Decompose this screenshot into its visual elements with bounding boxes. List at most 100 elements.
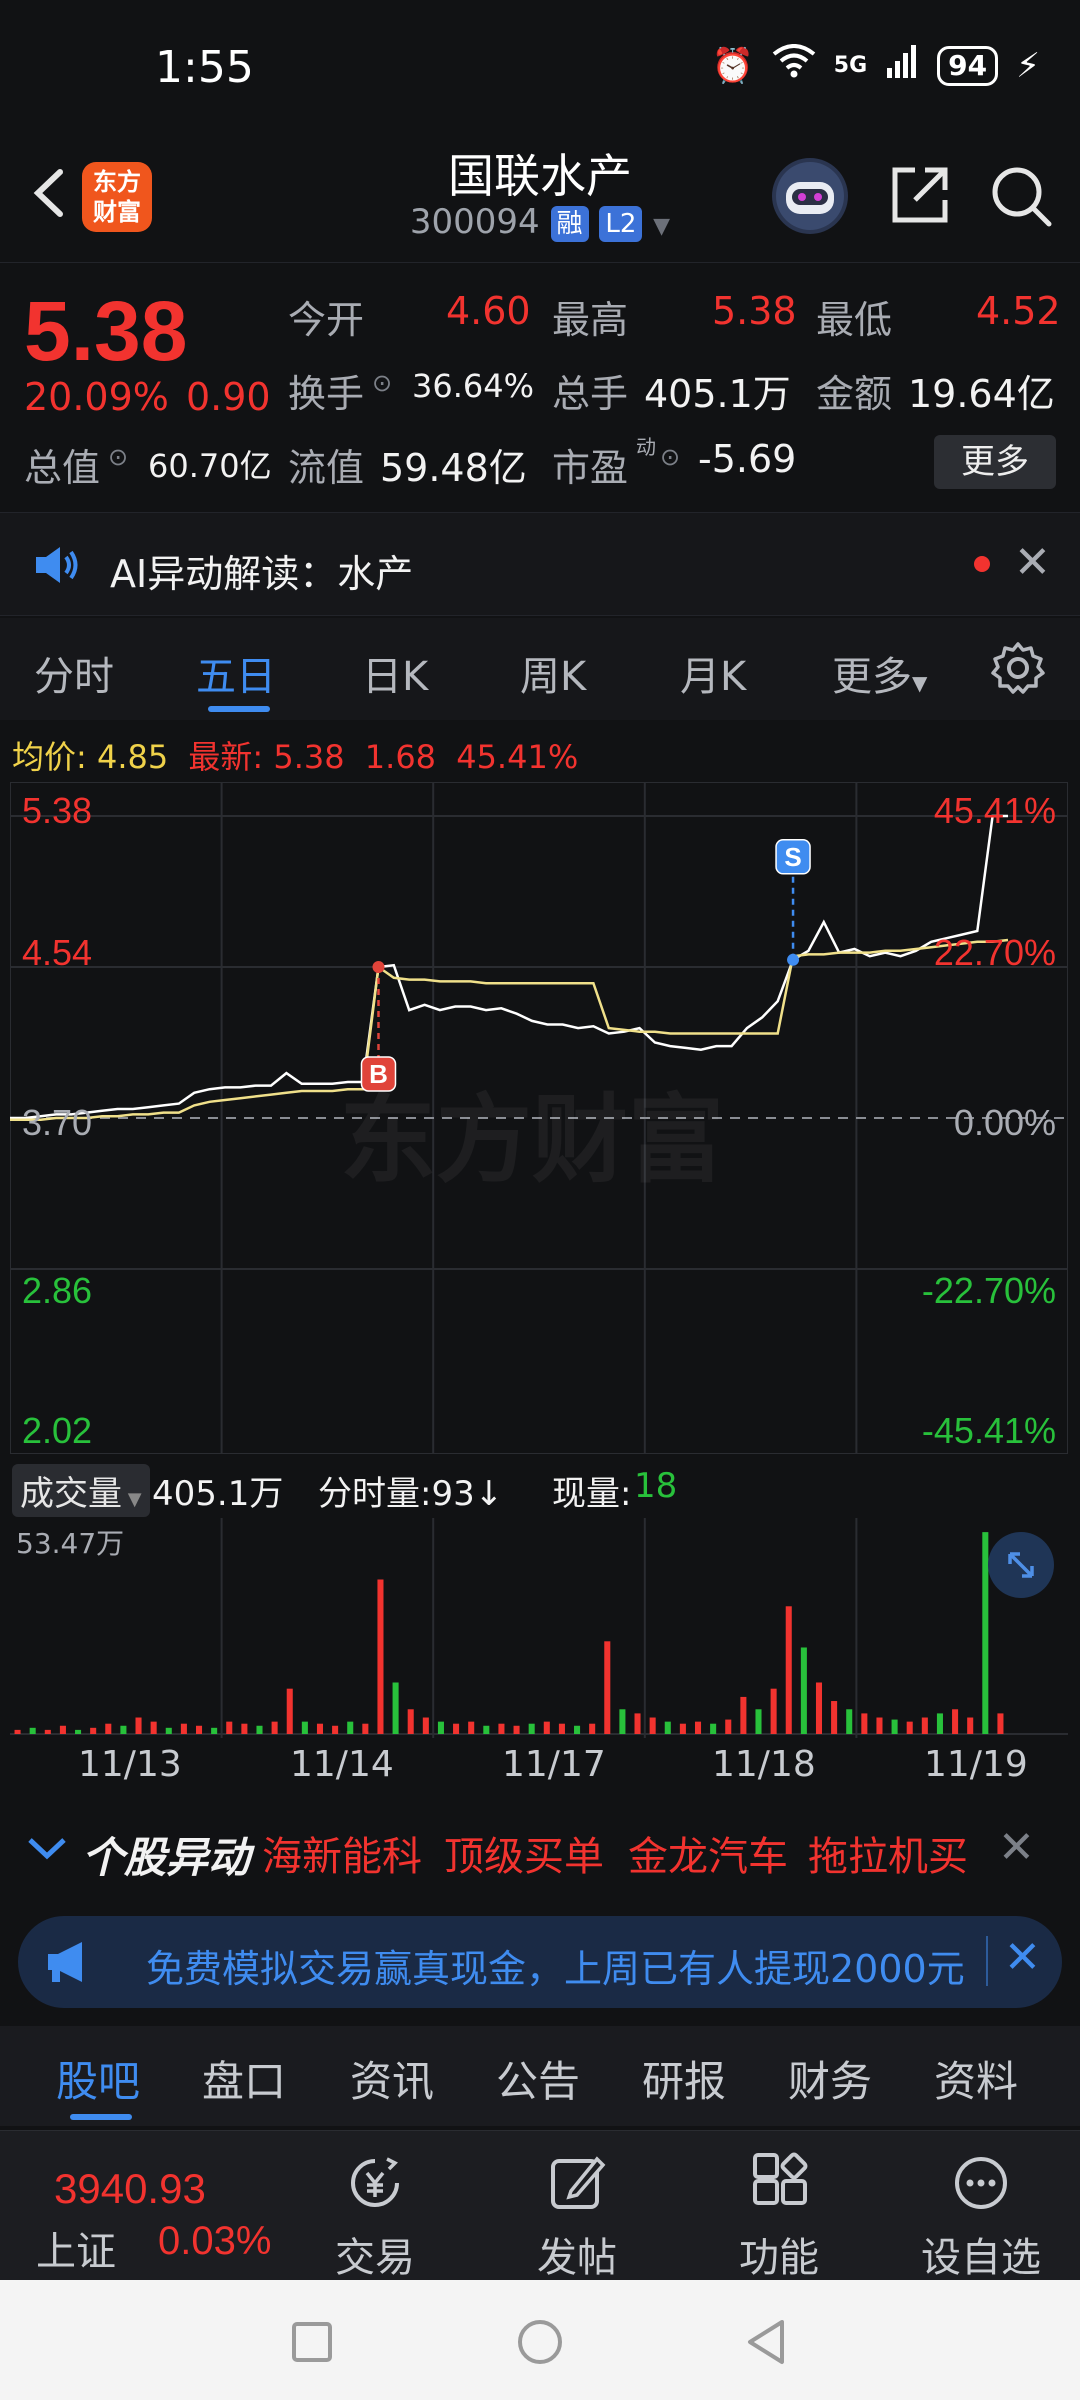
tab-announcements[interactable]: 公告: [496, 2048, 580, 2109]
ai-robot-button[interactable]: [772, 158, 848, 234]
info-icon[interactable]: ⊙: [372, 369, 392, 397]
amount-label: 金额: [816, 372, 893, 416]
volume-bar: [785, 1606, 792, 1734]
volume-bar: [332, 1725, 339, 1734]
volume-bar: [755, 1709, 762, 1734]
index-percent: 0.03%: [158, 2219, 272, 2263]
sell-point: [787, 953, 800, 966]
tab-news[interactable]: 资讯: [350, 2048, 434, 2109]
close-icon[interactable]: ✕: [1014, 537, 1051, 588]
buy-point: [372, 961, 385, 973]
grid-icon: [753, 2152, 808, 2205]
current-volume-label: 现量:: [552, 1474, 632, 1514]
tick-volume: 分时量:93↓: [318, 1474, 504, 1514]
megaphone-icon: [42, 1938, 96, 1990]
status-time: 1:55: [155, 42, 254, 93]
alert-item[interactable]: 顶级买单: [444, 1824, 604, 1882]
promo-banner[interactable]: 免费模拟交易赢真现金，上周已有人提现2000元 ✕: [18, 1916, 1062, 2008]
high-label: 最高: [552, 298, 629, 342]
close-icon[interactable]: ✕: [998, 1822, 1035, 1873]
mktcap-label: 总值: [24, 446, 101, 490]
info-icon[interactable]: ⊙: [108, 443, 128, 471]
volume-bar: [271, 1721, 278, 1734]
volume-bar: [165, 1727, 172, 1734]
volume-bar: [256, 1725, 263, 1734]
index-ticker[interactable]: 3940.93 上证 0.03%: [0, 2131, 290, 2281]
volume-bar: [831, 1701, 838, 1734]
settings-gear-icon[interactable]: [990, 640, 1046, 700]
ai-insight-bar[interactable]: AI异动解读：水产 ✕: [0, 512, 1080, 616]
nav-functions[interactable]: 功能: [714, 2151, 844, 2283]
active-tab-indicator: [70, 2114, 132, 2120]
volume-bar: [619, 1709, 626, 1734]
latest-value: 5.38: [273, 738, 345, 776]
y-right-tick: -45.41%: [921, 1410, 1056, 1451]
volume-bar: [498, 1723, 505, 1734]
sell-marker-label: S: [784, 842, 801, 872]
info-icon[interactable]: ⊙: [660, 443, 680, 471]
volume-chart[interactable]: [10, 1518, 1068, 1738]
alert-item[interactable]: 拖拉机买: [808, 1824, 968, 1882]
volume-bar: [921, 1717, 928, 1734]
tab-research[interactable]: 研报: [642, 2048, 726, 2109]
nav-post[interactable]: 发帖: [512, 2151, 642, 2283]
expand-button[interactable]: [988, 1532, 1054, 1598]
open-value: 4.60: [446, 289, 531, 333]
index-name: 上证: [36, 2229, 116, 2275]
tab-five-day[interactable]: 五日: [196, 644, 276, 702]
volume-bar: [694, 1721, 702, 1734]
promo-text: 免费模拟交易赢真现金，上周已有人提现2000元: [146, 1947, 965, 1991]
tab-more[interactable]: 更多▼: [832, 644, 927, 702]
tab-finance[interactable]: 财务: [788, 2048, 872, 2109]
price-chart[interactable]: BS 5.38 4.54 3.70 2.86 2.02 45.41% 22.70…: [9, 781, 1069, 1455]
bottom-nav: 3940.93 上证 0.03% 交易 发帖 功能 设自选: [0, 2130, 1080, 2283]
indicator-select[interactable]: 成交量 ▼: [12, 1464, 150, 1517]
volume-bar: [936, 1713, 943, 1734]
alert-title: 个股异动: [82, 1833, 251, 1882]
volume-bar: [574, 1725, 581, 1734]
volume-bar: [710, 1723, 717, 1734]
volume-bar: [105, 1723, 112, 1734]
more-button[interactable]: 更多: [934, 435, 1056, 489]
home-icon[interactable]: [516, 2318, 564, 2370]
nav-add-watchlist[interactable]: 设自选: [916, 2151, 1046, 2283]
back-arrow-icon: [33, 169, 63, 217]
alert-item[interactable]: 金龙汽车: [628, 1824, 788, 1882]
search-icon[interactable]: [985, 160, 1055, 230]
nav-trade[interactable]: 交易: [310, 2151, 440, 2283]
y-left-tick: 5.38: [22, 790, 93, 831]
volume-bar: [997, 1713, 1004, 1734]
edit-icon: [551, 2156, 606, 2209]
alert-item[interactable]: 海新能科: [262, 1824, 422, 1882]
back-triangle-icon[interactable]: [744, 2318, 788, 2370]
volume-bar: [301, 1721, 308, 1734]
tab-order-book[interactable]: 盘口: [202, 2048, 286, 2109]
volume-bar: [180, 1723, 187, 1734]
volume-bar: [558, 1723, 565, 1734]
watermark: 东方财富: [340, 1084, 724, 1196]
tab-weekly-k[interactable]: 周K: [520, 644, 586, 702]
tab-monthly-k[interactable]: 月K: [680, 644, 746, 702]
volume-bar: [29, 1727, 36, 1734]
volume-chart-svg: [10, 1518, 1068, 1738]
share-icon[interactable]: [885, 160, 955, 230]
change-amount: 0.90: [186, 375, 271, 419]
tab-daily-k[interactable]: 日K: [362, 644, 428, 702]
tab-profile[interactable]: 资料: [934, 2048, 1018, 2109]
recent-apps-icon[interactable]: [290, 2320, 334, 2368]
back-button[interactable]: [22, 158, 82, 228]
volume-bar: [513, 1725, 520, 1734]
tab-forum[interactable]: 股吧: [56, 2048, 140, 2109]
more-dots-icon: [955, 2157, 1007, 2209]
close-icon[interactable]: ✕: [1004, 1932, 1041, 1983]
volume-header-row: 成交量 ▼ 405.1万 分时量:93↓ 现量: 18: [12, 1464, 1072, 1518]
avg-value: 4.85: [96, 738, 169, 776]
current-volume-value: 18: [634, 1466, 678, 1506]
volume-value: 405.1万: [644, 372, 791, 416]
stock-alert-ticker[interactable]: 个股异动 海新能科 顶级买单 金龙汽车 拖拉机买 ✕: [0, 1808, 1080, 1888]
tab-intraday[interactable]: 分时: [34, 644, 114, 702]
chevron-down-icon[interactable]: [26, 1828, 68, 1872]
signal-icon: [885, 44, 919, 87]
volume-bar: [543, 1721, 550, 1734]
chart-header-row: 均价: 4.85 最新: 5.38 1.68 45.41%: [12, 732, 578, 778]
